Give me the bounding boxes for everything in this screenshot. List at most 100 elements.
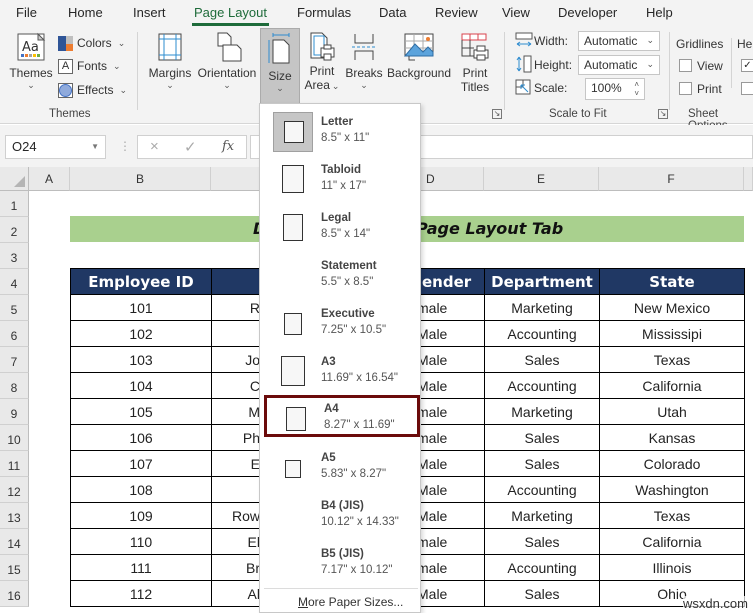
cell-employee-id[interactable]: 112 — [70, 580, 212, 607]
print-titles-button[interactable]: Print Titles — [455, 28, 495, 102]
gridlines-print-checkbox[interactable] — [679, 82, 692, 95]
enter-icon[interactable]: ✓ — [184, 138, 197, 156]
paper-size-item[interactable]: Executive 7.25" x 10.5" — [264, 300, 418, 348]
cell-department[interactable]: Accounting — [484, 476, 600, 503]
paper-size-item[interactable]: Letter 8.5" x 11" — [264, 108, 418, 156]
cell-employee-id[interactable]: 111 — [70, 554, 212, 581]
row-header[interactable]: 4 — [0, 269, 29, 295]
colors-button[interactable]: Colors ⌄ — [58, 33, 125, 53]
tab-view[interactable]: View — [502, 5, 530, 20]
effects-button[interactable]: Effects ⌄ — [58, 80, 127, 100]
header-employee-id[interactable]: Employee ID — [70, 268, 212, 295]
gridlines-view-checkbox[interactable] — [679, 59, 692, 72]
cell-employee-id[interactable]: 110 — [70, 528, 212, 555]
cell-state[interactable]: Colorado — [599, 450, 745, 477]
row-header[interactable]: 5 — [0, 295, 29, 321]
breaks-button[interactable]: Breaks ⌄ — [344, 28, 384, 102]
paper-size-item[interactable]: A5 5.83" x 8.27" — [264, 444, 418, 492]
spinner-arrows-icon[interactable]: ˄ ˅ — [634, 80, 639, 98]
cell-department[interactable]: Marketing — [484, 398, 600, 425]
tab-help[interactable]: Help — [646, 5, 673, 20]
cell-employee-id[interactable]: 108 — [70, 476, 212, 503]
paper-size-item[interactable]: Legal 8.5" x 14" — [264, 204, 418, 252]
formula-bar-grip-icon[interactable]: ⋮ — [119, 139, 131, 153]
row-header[interactable]: 7 — [0, 347, 29, 373]
column-header-g[interactable] — [744, 167, 753, 191]
paper-size-item[interactable]: B5 (JIS) 7.17" x 10.12" — [264, 540, 418, 588]
tab-data[interactable]: Data — [379, 5, 406, 20]
row-header[interactable]: 1 — [0, 191, 29, 217]
tab-formulas[interactable]: Formulas — [297, 5, 351, 20]
cell-employee-id[interactable]: 109 — [70, 502, 212, 529]
tab-home[interactable]: Home — [68, 5, 103, 20]
scale-to-fit-launcher-icon[interactable]: ↘ — [658, 109, 668, 119]
headings-view-checkbox[interactable]: ✓ — [741, 59, 753, 72]
cell-employee-id[interactable]: 104 — [70, 372, 212, 399]
cell-department[interactable]: Sales — [484, 346, 600, 373]
row-header[interactable]: 13 — [0, 503, 29, 529]
themes-button[interactable]: Aa Themes ⌄ — [8, 28, 54, 102]
paper-size-item[interactable]: A3 11.69" x 16.54" — [264, 348, 418, 396]
row-header[interactable]: 14 — [0, 529, 29, 555]
name-box[interactable]: O24 ▼ — [5, 135, 106, 159]
print-area-button[interactable]: Print Area ⌄ — [303, 28, 341, 102]
column-header-a[interactable]: A — [29, 167, 70, 191]
cell-department[interactable]: Sales — [484, 580, 600, 607]
paper-size-item[interactable]: B4 (JIS) 10.12" x 14.33" — [264, 492, 418, 540]
cell-department[interactable]: Sales — [484, 424, 600, 451]
cell-department[interactable]: Accounting — [484, 554, 600, 581]
headings-print-checkbox[interactable] — [741, 82, 753, 95]
row-header[interactable]: 11 — [0, 451, 29, 477]
cell-department[interactable]: Sales — [484, 528, 600, 555]
row-header[interactable]: 3 — [0, 243, 29, 269]
cell-department[interactable]: Sales — [484, 450, 600, 477]
row-header[interactable]: 2 — [0, 217, 29, 243]
cell-employee-id[interactable]: 101 — [70, 294, 212, 321]
row-header[interactable]: 6 — [0, 321, 29, 347]
column-header-b[interactable]: B — [70, 167, 211, 191]
fonts-button[interactable]: A Fonts ⌄ — [58, 56, 121, 76]
cell-state[interactable]: California — [599, 528, 745, 555]
cell-state[interactable]: Utah — [599, 398, 745, 425]
tab-developer[interactable]: Developer — [558, 5, 617, 20]
header-state[interactable]: State — [599, 268, 745, 295]
cell-state[interactable]: California — [599, 372, 745, 399]
tab-page-layout[interactable]: Page Layout — [191, 5, 270, 26]
cell-state[interactable]: Texas — [599, 502, 745, 529]
select-all-button[interactable] — [0, 167, 29, 191]
tab-file[interactable]: File — [16, 5, 37, 20]
height-select[interactable]: Automatic ⌄ — [578, 55, 660, 75]
cell-state[interactable]: Kansas — [599, 424, 745, 451]
cell-employee-id[interactable]: 106 — [70, 424, 212, 451]
page-setup-launcher-icon[interactable]: ↘ — [492, 109, 502, 119]
cell-employee-id[interactable]: 105 — [70, 398, 212, 425]
insert-function-icon[interactable]: fx — [222, 139, 234, 154]
cell-department[interactable]: Accounting — [484, 320, 600, 347]
background-button[interactable]: Background — [385, 28, 453, 102]
cell-state[interactable]: Texas — [599, 346, 745, 373]
paper-size-item[interactable]: Tabloid 11" x 17" — [264, 156, 418, 204]
cell-employee-id[interactable]: 102 — [70, 320, 212, 347]
paper-size-item[interactable]: Statement 5.5" x 8.5" — [264, 252, 418, 300]
cell-employee-id[interactable]: 107 — [70, 450, 212, 477]
column-header-f[interactable]: F — [599, 167, 744, 191]
cell-department[interactable]: Marketing — [484, 502, 600, 529]
row-header[interactable]: 10 — [0, 425, 29, 451]
cell-department[interactable]: Marketing — [484, 294, 600, 321]
column-header-e[interactable]: E — [484, 167, 599, 191]
cancel-icon[interactable]: × — [150, 138, 159, 155]
orientation-button[interactable]: Orientation ⌄ — [195, 28, 259, 102]
row-header[interactable]: 16 — [0, 581, 29, 607]
row-header[interactable]: 8 — [0, 373, 29, 399]
scale-spinner[interactable]: 100% ˄ ˅ — [585, 78, 645, 100]
row-header[interactable]: 12 — [0, 477, 29, 503]
margins-button[interactable]: Margins ⌄ — [146, 28, 194, 102]
row-header[interactable]: 15 — [0, 555, 29, 581]
cell-state[interactable]: Illinois — [599, 554, 745, 581]
row-header[interactable]: 9 — [0, 399, 29, 425]
tab-insert[interactable]: Insert — [133, 5, 166, 20]
paper-size-item[interactable]: A4 8.27" x 11.69" — [264, 395, 420, 437]
cell-state[interactable]: Mississipi — [599, 320, 745, 347]
more-paper-sizes-item[interactable]: More Paper Sizes... — [298, 595, 403, 609]
size-button[interactable]: Size ⌄ — [260, 28, 300, 106]
